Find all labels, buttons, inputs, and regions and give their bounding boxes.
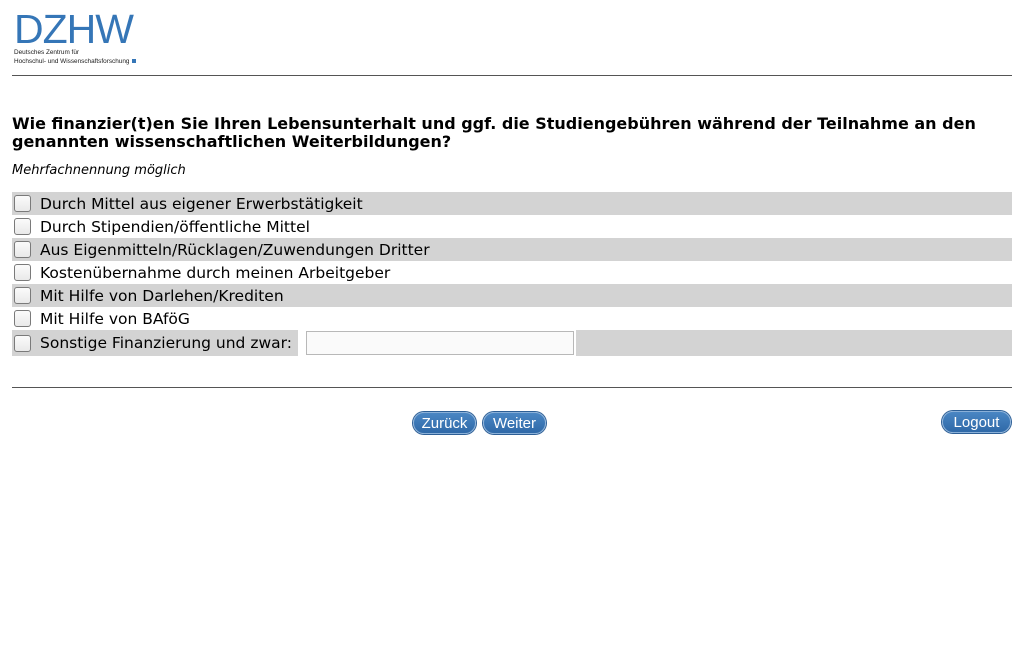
- option-label: Mit Hilfe von BAföG: [40, 309, 190, 328]
- option-label: Kostenübernahme durch meinen Arbeitgeber: [40, 263, 391, 282]
- option-row[interactable]: Aus Eigenmitteln/Rücklagen/Zuwendungen D…: [12, 238, 1012, 261]
- logo-square-icon: [132, 59, 137, 64]
- option-row[interactable]: Durch Stipendien/öffentliche Mittel: [12, 215, 1012, 238]
- other-option-row: Sonstige Finanzierung und zwar:: [12, 330, 1012, 356]
- header-divider: [12, 75, 1012, 76]
- logo-subtitle-line2: Hochschul- und Wissenschaftsforschung: [14, 58, 154, 66]
- next-button[interactable]: Weiter: [483, 412, 546, 434]
- other-option-left[interactable]: Sonstige Finanzierung und zwar:: [12, 330, 298, 356]
- other-option-row-fill: [575, 330, 1012, 356]
- option-checkbox[interactable]: [14, 218, 31, 235]
- logo-subtitle-line2-text: Hochschul- und Wissenschaftsforschung: [14, 58, 130, 65]
- option-row[interactable]: Mit Hilfe von BAföG: [12, 307, 1012, 330]
- question-text: Wie finanzier(t)en Sie Ihren Lebensunter…: [12, 114, 976, 151]
- option-checkbox[interactable]: [14, 310, 31, 327]
- option-checkbox[interactable]: [14, 241, 31, 258]
- option-checkbox[interactable]: [14, 264, 31, 281]
- back-button[interactable]: Zurück: [413, 412, 476, 434]
- other-option-label: Sonstige Finanzierung und zwar:: [40, 334, 292, 352]
- header: DZHW Deutsches Zentrum für Hochschul- un…: [12, 8, 1012, 76]
- logout-button[interactable]: Logout: [942, 411, 1011, 433]
- option-label: Mit Hilfe von Darlehen/Krediten: [40, 286, 284, 305]
- logo-mark: DZHW: [14, 6, 134, 52]
- option-label: Aus Eigenmitteln/Rücklagen/Zuwendungen D…: [40, 240, 430, 259]
- option-label: Durch Stipendien/öffentliche Mittel: [40, 217, 310, 236]
- option-checkbox[interactable]: [14, 195, 31, 212]
- question-instruction: Mehrfachnennung möglich: [12, 163, 186, 178]
- option-row[interactable]: Kostenübernahme durch meinen Arbeitgeber: [12, 261, 1012, 284]
- option-row[interactable]: Durch Mittel aus eigener Erwerbstätigkei…: [12, 192, 1012, 215]
- option-label: Durch Mittel aus eigener Erwerbstätigkei…: [40, 194, 363, 213]
- dzhw-logo: DZHW Deutsches Zentrum für Hochschul- un…: [14, 6, 154, 68]
- other-option-checkbox[interactable]: [14, 334, 31, 352]
- option-checkbox[interactable]: [14, 287, 31, 304]
- other-financing-input[interactable]: [305, 331, 574, 355]
- footer-divider: [12, 387, 1012, 388]
- option-row[interactable]: Mit Hilfe von Darlehen/Krediten: [12, 284, 1012, 307]
- answer-options: Durch Mittel aus eigener Erwerbstätigkei…: [12, 192, 1012, 356]
